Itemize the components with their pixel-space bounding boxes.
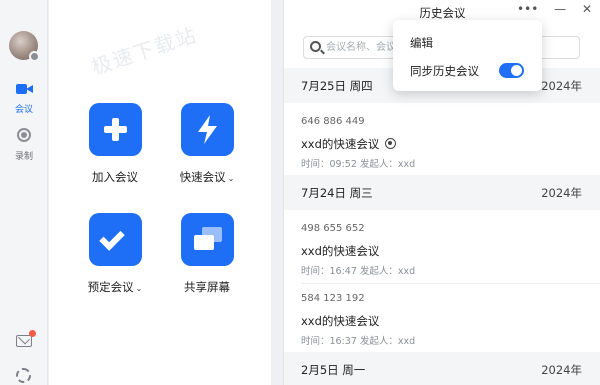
meeting-title: xxd的快速会议 <box>301 137 380 151</box>
minimize-icon[interactable]: — <box>554 2 566 16</box>
meeting-id: 646 886 449 <box>301 116 365 127</box>
share-screen-icon <box>180 213 234 266</box>
more-options-menu: 编辑 同步历史会议 <box>393 20 542 91</box>
group-year: 2024年 <box>541 186 582 200</box>
group-year: 2024年 <box>541 363 582 377</box>
join-meeting-button[interactable]: 加入会议 <box>75 103 155 185</box>
mail-icon[interactable] <box>16 330 36 347</box>
group-year: 2024年 <box>541 79 582 93</box>
quick-meeting-button[interactable]: 快速会议 ⌄ <box>167 103 247 185</box>
notification-dot <box>29 330 36 337</box>
sync-history-toggle[interactable] <box>499 63 524 78</box>
chevron-down-icon[interactable]: ⌄ <box>228 174 235 183</box>
more-options-icon[interactable]: ••• <box>517 2 538 16</box>
main-panel: 极速下载站 加入会议 快速会议 ⌄ 预定会议 ⌄ 共享屏幕 <box>49 0 271 385</box>
action-label: 快速会议 <box>179 170 226 184</box>
watermark: 极速下载站 <box>88 22 201 80</box>
search-icon <box>310 41 321 52</box>
group-date: 2月5日 周一 <box>301 363 366 377</box>
menu-item-sync-label: 同步历史会议 <box>410 64 479 78</box>
group-date: 7月24日 周三 <box>301 186 373 200</box>
menu-item-edit[interactable]: 编辑 <box>410 35 433 51</box>
schedule-meeting-button[interactable]: 预定会议 ⌄ <box>75 213 155 295</box>
sidebar: 会议 录制 <box>0 0 48 385</box>
lightning-icon <box>180 103 234 156</box>
meeting-id: 584 123 192 <box>301 293 365 304</box>
check-icon <box>88 213 142 266</box>
date-group-header: 2月5日 周一 2024年 <box>284 352 600 385</box>
sidebar-item-meetings[interactable]: 会议 <box>0 80 48 115</box>
window-controls: ••• — ✕ <box>505 2 592 16</box>
meeting-meta: 时间：16:37 发起人：xxd <box>301 336 416 347</box>
sidebar-item-recordings[interactable]: 录制 <box>0 127 48 162</box>
meeting-meta: 时间：16:47 发起人：xxd <box>301 266 416 277</box>
chevron-down-icon[interactable]: ⌄ <box>136 284 143 293</box>
avatar[interactable] <box>9 31 40 62</box>
meeting-meta: 时间：09:52 发起人：xxd <box>301 159 416 170</box>
action-label: 预定会议 <box>87 280 134 294</box>
date-group-header: 7月24日 周三 2024年 <box>284 175 600 210</box>
meeting-id: 498 655 652 <box>301 223 365 234</box>
video-camera-icon <box>15 83 33 95</box>
action-label: 加入会议 <box>92 170 138 184</box>
sidebar-item-label: 会议 <box>14 105 33 115</box>
recording-icon <box>385 138 397 149</box>
record-icon <box>17 128 31 142</box>
divider <box>301 283 600 284</box>
settings-icon[interactable] <box>16 368 31 383</box>
share-screen-button[interactable]: 共享屏幕 <box>167 213 247 295</box>
action-label: 共享屏幕 <box>184 280 230 294</box>
group-date: 7月25日 周四 <box>301 79 373 93</box>
close-icon[interactable]: ✕ <box>582 2 592 16</box>
meeting-title: xxd的快速会议 <box>301 244 380 258</box>
meeting-title: xxd的快速会议 <box>301 314 380 328</box>
toggle-knob <box>511 65 522 76</box>
plus-icon <box>88 103 142 156</box>
sidebar-item-label: 录制 <box>14 152 33 162</box>
avatar-status-badge <box>29 51 40 62</box>
